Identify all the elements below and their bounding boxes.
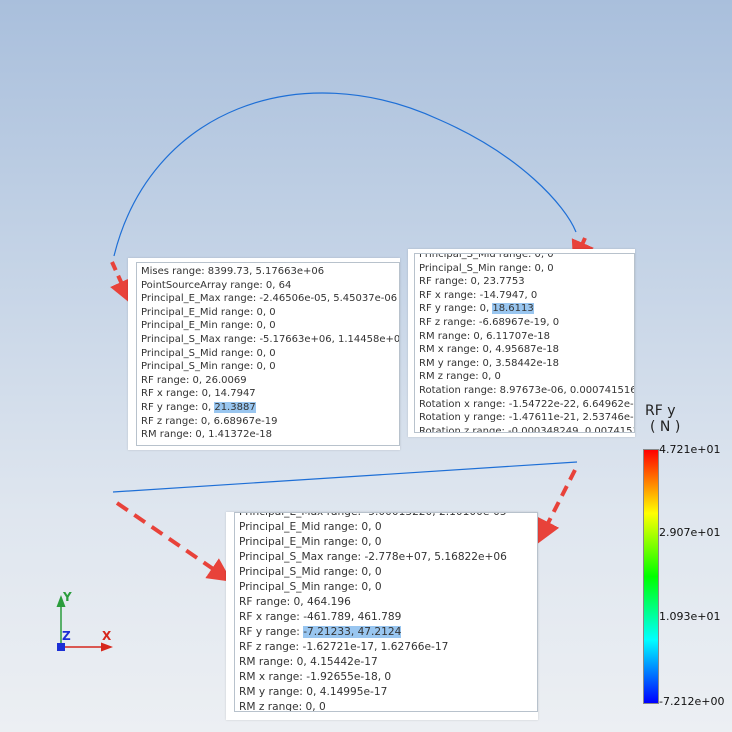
list-item: Principal_S_Min range: 0, 0 bbox=[239, 581, 382, 593]
rf-y-range-label: RF y range: bbox=[239, 626, 304, 638]
list-item: Rotation range: 8.97673e-06, 0.000741516 bbox=[419, 384, 635, 396]
list-item: RF z range: -1.62721e-17, 1.62766e-17 bbox=[239, 641, 449, 653]
list-item: PointSourceArray range: 0, 64 bbox=[141, 279, 292, 291]
y-axis-label: Y bbox=[63, 590, 72, 604]
list-item: Principal_E_Min range: 0, 0 bbox=[141, 320, 276, 332]
list-item: RM z range: 0, 0 bbox=[239, 701, 326, 712]
range-info-list-2: Principal_S_Mid range: 0, 0 Principal_S_… bbox=[414, 253, 635, 433]
list-item: RF x range: 0, 14.7947 bbox=[141, 388, 256, 400]
list-item: RM range: 0, 4.15442e-17 bbox=[239, 656, 378, 668]
list-item: RM range: 0, 6.11707e-18 bbox=[419, 330, 550, 342]
z-axis-origin bbox=[57, 643, 65, 651]
x-axis-label: X bbox=[102, 629, 112, 643]
range-info-list-3: Principal_E_Max range: -5.00013220, 2.10… bbox=[234, 512, 538, 712]
color-bar bbox=[643, 449, 659, 704]
list-item: Rotation y range: -1.47611e-21, 2.53746e… bbox=[419, 412, 635, 424]
legend-title: RF y bbox=[645, 403, 676, 419]
list-item: RF range: 0, 464.196 bbox=[239, 596, 351, 608]
z-axis-label: Z bbox=[62, 629, 71, 643]
list-item: Principal_E_Min range: 0, 0 bbox=[239, 536, 382, 548]
model-edge-line bbox=[112, 461, 578, 493]
list-item: RM y range: 0, 4.14995e-17 bbox=[239, 686, 388, 698]
rf-y-range-highlight: 21.3887 bbox=[214, 401, 256, 413]
annotation-arrow-1 bbox=[110, 261, 132, 304]
list-item: RM x range: 0, 4.95687e-18 bbox=[419, 344, 560, 356]
list-item: Principal_S_Max range: -5.17663e+06, 1.1… bbox=[141, 333, 400, 345]
legend-unit: ( N ) bbox=[650, 419, 681, 435]
list-item: Principal_S_Min range: 0, 0 bbox=[141, 361, 276, 373]
rf-y-range-row: RF y range: 0, 21.3887 bbox=[137, 401, 399, 415]
annotation-arrow-4 bbox=[115, 501, 232, 582]
list-item: RF z range: -6.68967e-19, 0 bbox=[419, 316, 560, 328]
list-item: Principal_S_Min range: 0, 0 bbox=[419, 262, 554, 274]
list-item: RM x range: -1.92655e-18, 0 bbox=[239, 671, 392, 683]
list-item: RM range: 0, 1.41372e-18 bbox=[141, 429, 272, 441]
legend-tick-2: 2.907e+01 bbox=[659, 526, 721, 539]
list-item: Rotation z range: -0.000348249, 0.007415… bbox=[419, 425, 635, 433]
list-item: RM y range: 0, 3.58442e-18 bbox=[419, 357, 560, 369]
list-item: Principal_E_Max range: -2.46506e-05, 5.4… bbox=[141, 293, 398, 305]
range-info-panel-3: Principal_E_Max range: -5.00013220, 2.10… bbox=[226, 512, 538, 720]
list-item: RF x range: -14.7947, 0 bbox=[419, 289, 538, 301]
rf-y-range-highlight: 18.6113 bbox=[492, 303, 534, 315]
range-info-panel-2: Principal_S_Mid range: 0, 0 Principal_S_… bbox=[408, 249, 635, 437]
legend-tick-3: 1.093e+01 bbox=[659, 610, 721, 623]
rf-y-range-row: RF y range: 0, 18.6113 bbox=[415, 302, 634, 316]
list-item: Principal_S_Mid range: 0, 0 bbox=[239, 566, 382, 578]
rf-y-range-label: RF y range: 0, bbox=[419, 303, 493, 315]
annotation-arrow-3 bbox=[537, 469, 577, 544]
legend-tick-min: -7.212e+00 bbox=[659, 695, 725, 708]
legend-tick-max: 4.721e+01 bbox=[659, 443, 721, 456]
list-item: RM z range: 0, 0 bbox=[419, 371, 501, 383]
range-info-list-1: Mises range: 8399.73, 5.17663e+06 PointSo… bbox=[136, 262, 400, 446]
list-item: Principal_E_Mid range: 0, 0 bbox=[239, 521, 382, 533]
range-info-panel-1: Mises range: 8399.73, 5.17663e+06 PointSo… bbox=[128, 258, 400, 450]
list-item: RF x range: -461.789, 461.789 bbox=[239, 611, 402, 623]
list-item: RF z range: 0, 6.68967e-19 bbox=[141, 415, 278, 427]
rf-y-range-highlight: -7.21233, 47.2124 bbox=[303, 626, 402, 638]
rf-y-range-row: RF y range: -7.21233, 47.2124 bbox=[235, 625, 537, 640]
list-item: Principal_E_Mid range: 0, 0 bbox=[141, 306, 276, 318]
model-arc bbox=[113, 92, 577, 257]
list-item-partial: Principal_E_Max range: -5.00013220, 2.10… bbox=[239, 512, 507, 518]
list-item: Principal_S_Max range: -2.778e+07, 5.168… bbox=[239, 551, 507, 563]
rf-y-range-label: RF y range: 0, bbox=[141, 401, 215, 413]
list-item: RF range: 0, 26.0069 bbox=[141, 374, 247, 386]
list-item: Mises range: 8399.73, 5.17663e+06 bbox=[141, 266, 325, 277]
list-item-partial: Principal_S_Mid range: 0, 0 bbox=[419, 253, 554, 260]
list-item: Rotation x range: -1.54722e-22, 6.64962e… bbox=[419, 398, 635, 410]
list-item: RF range: 0, 23.7753 bbox=[419, 276, 525, 288]
list-item: Principal_S_Mid range: 0, 0 bbox=[141, 347, 276, 359]
